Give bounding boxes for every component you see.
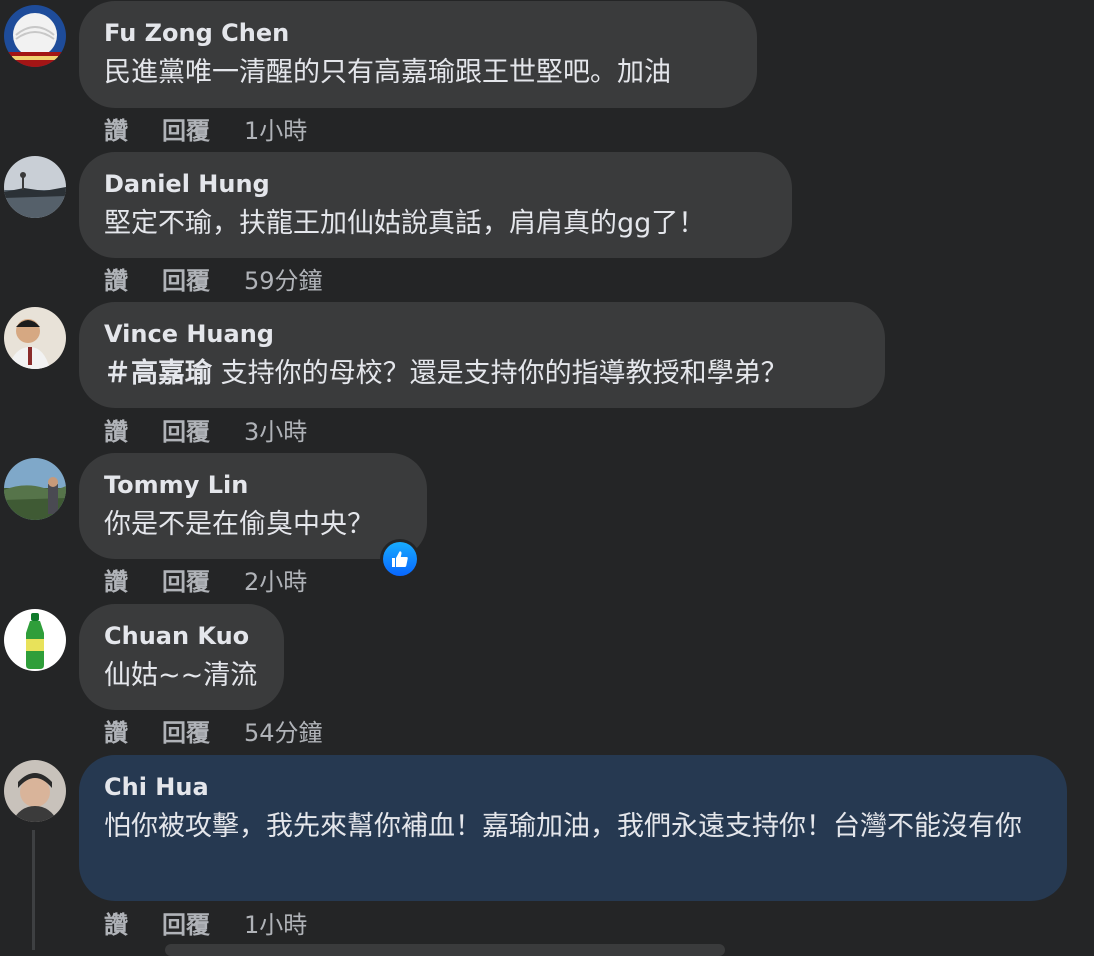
like-button[interactable]: 讚: [104, 905, 128, 940]
comment-text: 堅定不瑜，扶龍王加仙姑說真話，肩肩真的gg了！: [104, 208, 706, 239]
comment-bubble: Fu Zong Chen 民進黨唯一清醒的只有高嘉瑜跟王世堅吧。加油: [79, 1, 757, 108]
reaction-badge[interactable]: [380, 539, 420, 579]
comment-timestamp[interactable]: 54分鐘: [244, 713, 323, 748]
comment-bubble: Chuan Kuo 仙姑~~清流: [79, 604, 284, 710]
comment-bubble: Chi Hua 怕你被攻擊，我先來幫你補血！嘉瑜加油，我們永遠支持你！台灣不能沒…: [79, 755, 1067, 901]
reply-preview: [165, 944, 725, 956]
comment-actions: 讚 回覆 59分鐘: [104, 261, 323, 295]
comment-actions: 讚 回覆 1小時: [104, 111, 307, 145]
comment-author[interactable]: Chuan Kuo: [104, 622, 259, 650]
comment-actions: 讚 回覆 54分鐘: [104, 713, 323, 747]
thread-line: [32, 830, 35, 950]
comment-timestamp[interactable]: 1小時: [244, 905, 307, 940]
avatar[interactable]: [4, 609, 66, 671]
comment-text: 怕你被攻擊，我先來幫你補血！嘉瑜加油，我們永遠支持你！台灣不能沒有你: [104, 811, 1022, 842]
comment-author[interactable]: Tommy Lin: [104, 471, 402, 499]
reply-button[interactable]: 回覆: [162, 562, 210, 597]
comment-bubble: Vince Huang ＃高嘉瑜 支持你的母校？還是支持你的指導教授和學弟？: [79, 302, 885, 408]
comment-text-body: 支持你的母校？還是支持你的指導教授和學弟？: [212, 358, 788, 389]
reply-button[interactable]: 回覆: [162, 905, 210, 940]
comment-timestamp[interactable]: 59分鐘: [244, 261, 323, 296]
avatar[interactable]: [4, 307, 66, 369]
like-button[interactable]: 讚: [104, 562, 128, 597]
comment-text: 民進黨唯一清醒的只有高嘉瑜跟王世堅吧。加油: [104, 57, 671, 88]
comment-bubble: Tommy Lin 你是不是在偷臭中央？: [79, 453, 427, 559]
avatar[interactable]: [4, 458, 66, 520]
comment-author[interactable]: Daniel Hung: [104, 170, 767, 198]
avatar[interactable]: [4, 5, 66, 67]
comment-timestamp[interactable]: 2小時: [244, 562, 307, 597]
comment-bubble: Daniel Hung 堅定不瑜，扶龍王加仙姑說真話，肩肩真的gg了！: [79, 152, 792, 258]
like-button[interactable]: 讚: [104, 111, 128, 146]
comment-actions: 讚 回覆 2小時: [104, 562, 307, 596]
comment-text: ＃高嘉瑜 支持你的母校？還是支持你的指導教授和學弟？: [104, 354, 860, 393]
comment-actions: 讚 回覆 3小時: [104, 412, 307, 446]
comment-author[interactable]: Fu Zong Chen: [104, 19, 732, 47]
like-icon: [383, 542, 417, 576]
avatar[interactable]: [4, 760, 66, 822]
comment-timestamp[interactable]: 1小時: [244, 111, 307, 146]
like-button[interactable]: 讚: [104, 261, 128, 296]
hashtag-link[interactable]: ＃高嘉瑜: [104, 358, 212, 389]
comment-text: 仙姑~~清流: [104, 660, 258, 691]
comment-text: 你是不是在偷臭中央？: [104, 509, 374, 540]
comment-author[interactable]: Vince Huang: [104, 320, 860, 348]
reply-button[interactable]: 回覆: [162, 713, 210, 748]
comment-author[interactable]: Chi Hua: [104, 773, 1042, 801]
avatar[interactable]: [4, 156, 66, 218]
like-button[interactable]: 讚: [104, 713, 128, 748]
reply-button[interactable]: 回覆: [162, 261, 210, 296]
reply-button[interactable]: 回覆: [162, 111, 210, 146]
reply-button[interactable]: 回覆: [162, 412, 210, 447]
like-button[interactable]: 讚: [104, 412, 128, 447]
comment-actions: 讚 回覆 1小時: [104, 905, 307, 939]
comment-timestamp[interactable]: 3小時: [244, 412, 307, 447]
